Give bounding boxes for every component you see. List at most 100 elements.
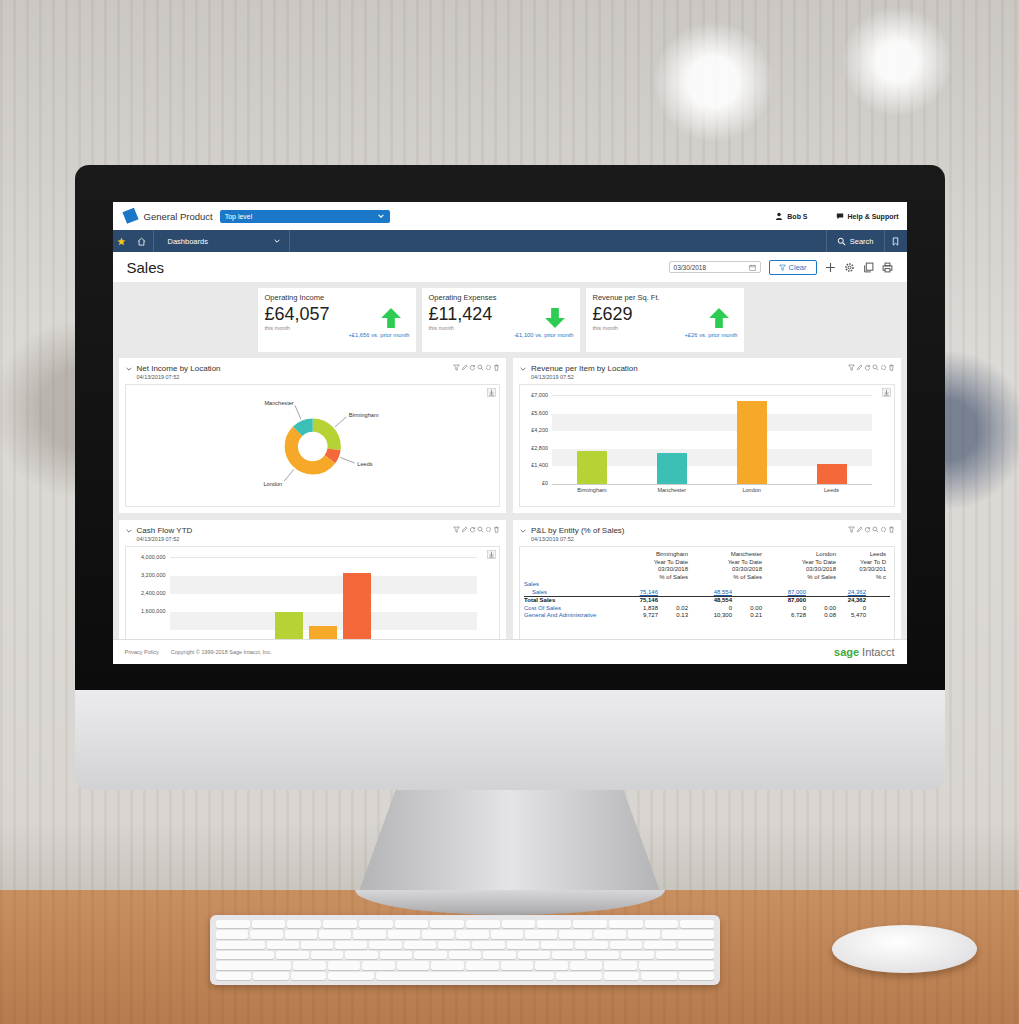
kpi-row: Operating Income£64,057this month+£1,656… [119,288,901,352]
bar[interactable] [343,573,371,639]
download-icon[interactable] [487,388,496,397]
keyboard-key [537,920,571,928]
clear-filter-button[interactable]: Clear [769,260,817,275]
bookmark-button[interactable] [884,230,907,252]
settings-icon[interactable] [485,526,492,533]
kpi-card[interactable]: Operating Income£64,057this month+£1,656… [258,288,416,352]
plot-area [552,395,872,485]
refresh-icon[interactable] [864,526,871,533]
chevron-down-icon [273,237,281,245]
row-label[interactable]: General And Administrative [524,612,614,620]
product-name: General Product [144,211,213,222]
user-menu[interactable]: Bob S [775,212,807,220]
bar[interactable] [817,464,847,484]
delete-icon[interactable] [493,526,500,533]
filter-icon[interactable] [848,526,855,533]
refresh-icon[interactable] [469,364,476,371]
donut-segment[interactable] [291,425,334,468]
refresh-icon[interactable] [864,364,871,371]
row-label[interactable]: Cost Of Sales [524,605,614,613]
search-icon[interactable] [872,526,879,533]
leader-line [294,405,300,419]
bar[interactable] [737,401,767,484]
bar[interactable] [275,612,303,639]
bar[interactable] [309,626,337,639]
search-button[interactable]: Search [826,230,884,252]
kpi-card[interactable]: Operating Expenses£11,424this month-£1,1… [422,288,580,352]
keyboard-key [328,961,361,969]
edit-icon[interactable] [856,364,863,371]
keyboard-key [250,930,282,938]
kpi-value: £64,057 [265,305,330,325]
date-field[interactable]: 03/30/2018 [669,261,761,273]
edit-icon[interactable] [461,526,468,533]
gear-icon[interactable] [844,262,855,273]
settings-icon[interactable] [880,364,887,371]
plus-icon[interactable] [825,262,836,273]
app-screen: General Product Top level Bob S Help & Supp… [113,202,907,664]
row-label[interactable]: Sales [524,581,614,589]
entity-select[interactable]: Top level [220,210,390,223]
chevron-down-icon[interactable] [125,527,133,535]
chevron-down-icon[interactable] [519,527,527,535]
search-icon[interactable] [872,364,879,371]
filter-icon[interactable] [453,364,460,371]
favorites-button[interactable] [113,230,131,252]
help-link[interactable]: Help & Support [836,212,899,220]
row-label[interactable]: Total Sales [524,597,614,605]
delete-icon[interactable] [493,364,500,371]
table-cell: 6,728 [762,612,806,620]
donut-segment[interactable] [291,425,334,468]
edit-icon[interactable] [461,364,468,371]
filter-icon[interactable] [848,364,855,371]
donut-segment[interactable] [291,425,334,468]
column-header: LondonYear To Date03/30/2018% of Sales [762,551,836,581]
axis-tick: 1,600,000 [141,607,165,625]
search-icon[interactable] [477,364,484,371]
table-cell: 0.21 [732,612,762,620]
filter-icon[interactable] [453,526,460,533]
kpi-card[interactable]: Revenue per Sq. Ft.£629this month+£26 vs… [586,288,744,352]
table-row: Total Sales75,14648,55487,00024,362 [524,597,890,605]
table-cell [658,589,688,597]
refresh-icon[interactable] [469,526,476,533]
header-spacer [524,551,614,581]
download-icon[interactable] [487,550,496,559]
home-button[interactable] [131,230,154,252]
table-cell: 0 [688,605,732,613]
privacy-link[interactable]: Privacy Policy [125,649,159,655]
row-label[interactable]: Sales [524,589,614,597]
search-icon[interactable] [477,526,484,533]
keyboard-key [430,920,464,928]
settings-icon[interactable] [880,526,887,533]
desk-items [0,915,1019,985]
cash-flow-bar-chart: 4,000,0003,200,0002,400,0001,600,000 [126,547,500,639]
arrow-up-icon [380,307,402,329]
keyboard-key [359,920,393,928]
chevron-down-icon[interactable] [519,365,527,373]
table-cell: 1,838 [614,605,658,613]
delete-icon[interactable] [888,526,895,533]
keyboard-key [507,941,539,949]
net-income-panel: Net Income by Location04/13/2019 07:52Bi… [119,358,507,513]
leader-line [334,417,345,427]
home-icon [137,237,146,246]
bar[interactable] [657,453,687,484]
copy-icon[interactable] [863,262,874,273]
logo-icon[interactable] [121,207,139,225]
download-icon[interactable] [882,388,891,397]
keyboard-key [323,920,357,928]
settings-icon[interactable] [485,364,492,371]
funnel-icon [779,264,786,271]
keyboard-key [678,941,714,949]
printer-icon[interactable] [882,262,893,273]
keyboard-key [604,961,637,969]
dashboards-menu[interactable]: Dashboards [154,230,290,252]
x-label: Leeds [792,485,872,493]
chevron-down-icon[interactable] [125,365,133,373]
bar[interactable] [577,451,607,484]
delete-icon[interactable] [888,364,895,371]
edit-icon[interactable] [856,526,863,533]
donut-segment[interactable] [291,425,334,468]
kpi-delta: -£1,100 vs. prior month [429,332,574,338]
